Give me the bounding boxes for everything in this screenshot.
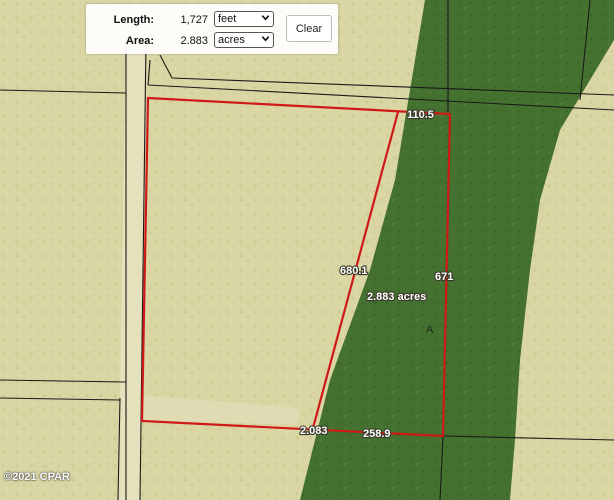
length-unit-value: feet — [218, 13, 237, 25]
length-row: Length: 1,727 feet — [86, 10, 286, 30]
area-row: Area: 2.883 acres — [86, 31, 286, 51]
chevron-down-icon — [261, 15, 270, 21]
flood-zone-label: A — [426, 324, 434, 336]
chevron-down-icon — [261, 36, 270, 42]
area-unit-value: acres — [218, 34, 245, 46]
length-unit-select[interactable]: feet — [214, 11, 274, 27]
length-value: 1,727 — [180, 14, 208, 26]
copyright-text: ©2021 CPAR — [4, 471, 70, 483]
length-label: Length: — [113, 14, 154, 26]
area-label: Area: — [125, 35, 154, 47]
measurement-panel: Length: 1,727 feet Area: 2.883 acres Cle… — [86, 4, 338, 54]
area-unit-select[interactable]: acres — [214, 32, 274, 48]
segment-label-left-diagonal: 680.1 — [340, 265, 368, 277]
parcel-area-label: 2.883 acres — [367, 291, 426, 303]
segment-label-top: 110.5 — [407, 109, 434, 121]
map-canvas[interactable]: 110.5 680.1 671 2.083 258.9 2.883 acres … — [0, 0, 614, 500]
segment-label-bottom-left: 2.083 — [300, 425, 328, 437]
segment-label-right: 671 — [435, 271, 453, 283]
area-value: 2.883 — [180, 35, 208, 47]
segment-label-bottom-right: 258.9 — [363, 428, 391, 440]
clear-button[interactable]: Clear — [286, 15, 332, 42]
